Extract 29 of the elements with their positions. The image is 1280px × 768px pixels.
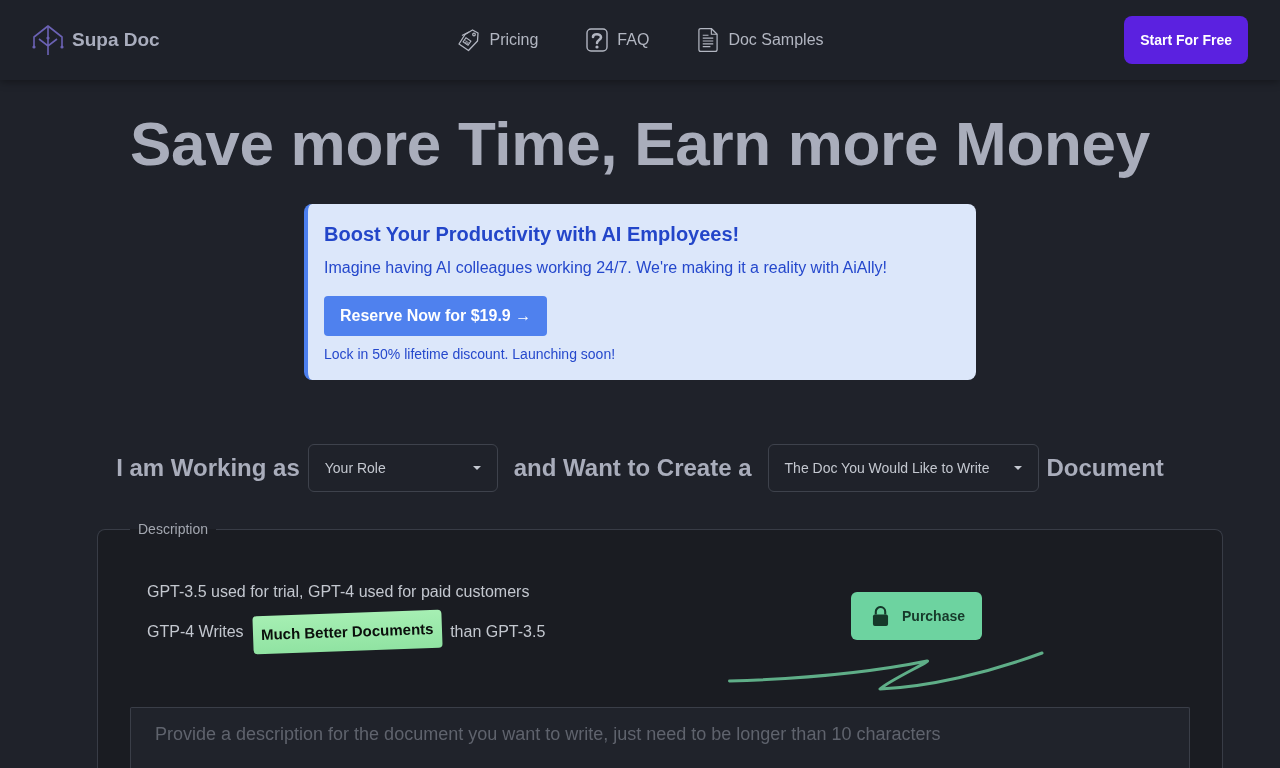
nav-link[interactable]: FAQ xyxy=(586,27,650,53)
description-textarea[interactable]: Provide a description for the document you want to write, just need to be longer than 10 characters xyxy=(130,707,1190,768)
info-text: GPT-3.5 used for trial, GPT-4 used for paid customers xyxy=(147,583,530,601)
caret-icon xyxy=(1013,466,1022,470)
banner-title: Boost Your Productivity with AI Employees! xyxy=(324,222,741,247)
nav-link[interactable]: Doc Samples xyxy=(697,27,824,53)
info-text: GTP-4 Writes xyxy=(147,623,244,641)
hero-heading: Save more Time, Earn more Money xyxy=(130,108,1150,180)
info-text: than GPT-3.5 xyxy=(450,623,546,641)
dropdown-select[interactable]: The Doc You Would Like to Write xyxy=(767,444,1039,492)
nav-link[interactable]: Pricing xyxy=(456,27,539,53)
start-free-button[interactable]: Start For Free xyxy=(1124,16,1248,64)
sentence-text: I am Working as xyxy=(116,454,300,482)
logo-icon xyxy=(32,24,64,56)
banner-text: Imagine having AI colleagues working 24/7. We're making it a reality with AiAlly! xyxy=(324,258,889,278)
panel-legend: Description xyxy=(130,521,217,538)
highlight-label: Much Better Documents xyxy=(252,609,442,655)
logo-text: Supa Doc xyxy=(72,29,160,51)
price-tag-icon xyxy=(456,28,481,52)
question-icon xyxy=(586,28,609,52)
sentence-text: and Want to Create a xyxy=(512,454,753,482)
caret-icon xyxy=(472,466,481,470)
purchase-button[interactable]: Purchase xyxy=(851,592,983,640)
lock-icon xyxy=(872,606,889,626)
document-icon xyxy=(697,27,720,53)
reserve-button[interactable]: Reserve Now for $19.9 → xyxy=(324,296,548,336)
dropdown-select[interactable]: Your Role xyxy=(307,444,498,492)
sentence-text: Document xyxy=(1046,454,1164,482)
banner-note: Lock in 50% lifetime discount. Launching soon! xyxy=(324,345,617,364)
